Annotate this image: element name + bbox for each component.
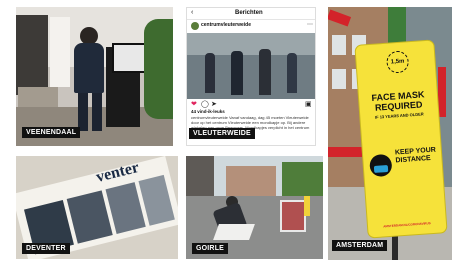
photo-vleuterweide: ‹ Berichten centrumvleuterweide ⋯ ❤ ◯ ➤ … (186, 7, 316, 146)
person-figure (287, 53, 297, 93)
sign-title: FACE MASK REQUIRED (371, 89, 425, 113)
photo-goirle: GOIRLE (186, 156, 323, 259)
mask-face-icon (369, 153, 393, 178)
heart-icon[interactable]: ❤ (191, 100, 197, 108)
more-icon[interactable]: ⋯ (307, 21, 313, 28)
store-counter (18, 87, 58, 107)
caption-amsterdam: AMSTERDAM (332, 240, 388, 251)
person-body (74, 43, 104, 93)
sign-keep-distance: KEEP YOUR DISTANCE (394, 146, 437, 165)
comment-icon[interactable]: ◯ (201, 100, 209, 108)
photo-veenendaal: VEENENDAAL (16, 7, 173, 146)
store-window (50, 17, 70, 87)
account-name[interactable]: centrumvleuterweide (201, 22, 251, 28)
caption-veenendaal: VEENENDAAL (22, 127, 81, 138)
shopping-cart (280, 200, 306, 232)
post-header-title: Berichten (235, 10, 263, 16)
person-figure (259, 49, 271, 95)
avatar[interactable] (191, 22, 199, 30)
street-paint-stencil (213, 224, 255, 240)
caption-vleuterweide: VLEUTERWEIDE (189, 128, 255, 139)
distance-circle-icon: 1,5m (385, 50, 410, 74)
post-header-bar: ‹ Berichten (187, 8, 315, 20)
bookmark-icon[interactable]: ▣ (305, 100, 312, 108)
building-back (226, 166, 276, 196)
newspaper-photo (66, 190, 113, 244)
person-figure (231, 51, 243, 95)
back-icon[interactable]: ‹ (191, 9, 193, 16)
photo-deventer: venter DEVENTER (16, 156, 178, 259)
store-shelf (16, 15, 48, 95)
bollard (304, 196, 310, 216)
person-figure (205, 53, 215, 93)
caption-deventer: DEVENTER (22, 243, 70, 254)
caption-goirle: GOIRLE (192, 243, 229, 254)
likes-count: 44 vind-ik-leuks (191, 109, 225, 114)
photo-amsterdam: 1,5m FACE MASK REQUIRED IF 13 YEARS AND … (328, 7, 452, 260)
share-icon[interactable]: ➤ (211, 100, 217, 108)
person-leg (78, 93, 88, 131)
shop-sign (328, 147, 362, 157)
sign-distance-value: 1,5m (390, 58, 405, 66)
tree (282, 162, 323, 198)
plant (144, 19, 173, 119)
sign-footer: AMSTERDAM.NL/CORONAVIRUS (383, 221, 431, 229)
building-window (332, 69, 346, 89)
photo-background (187, 33, 315, 55)
mask-shape (373, 164, 389, 173)
newspaper-photo (138, 174, 175, 226)
person-leg (92, 93, 102, 131)
face-mask-sign: 1,5m FACE MASK REQUIRED IF 13 YEARS AND … (355, 40, 447, 238)
street-sign-edge (438, 67, 446, 117)
building-window (332, 35, 346, 55)
post-photo (187, 33, 315, 99)
tree-leaves (388, 7, 406, 47)
